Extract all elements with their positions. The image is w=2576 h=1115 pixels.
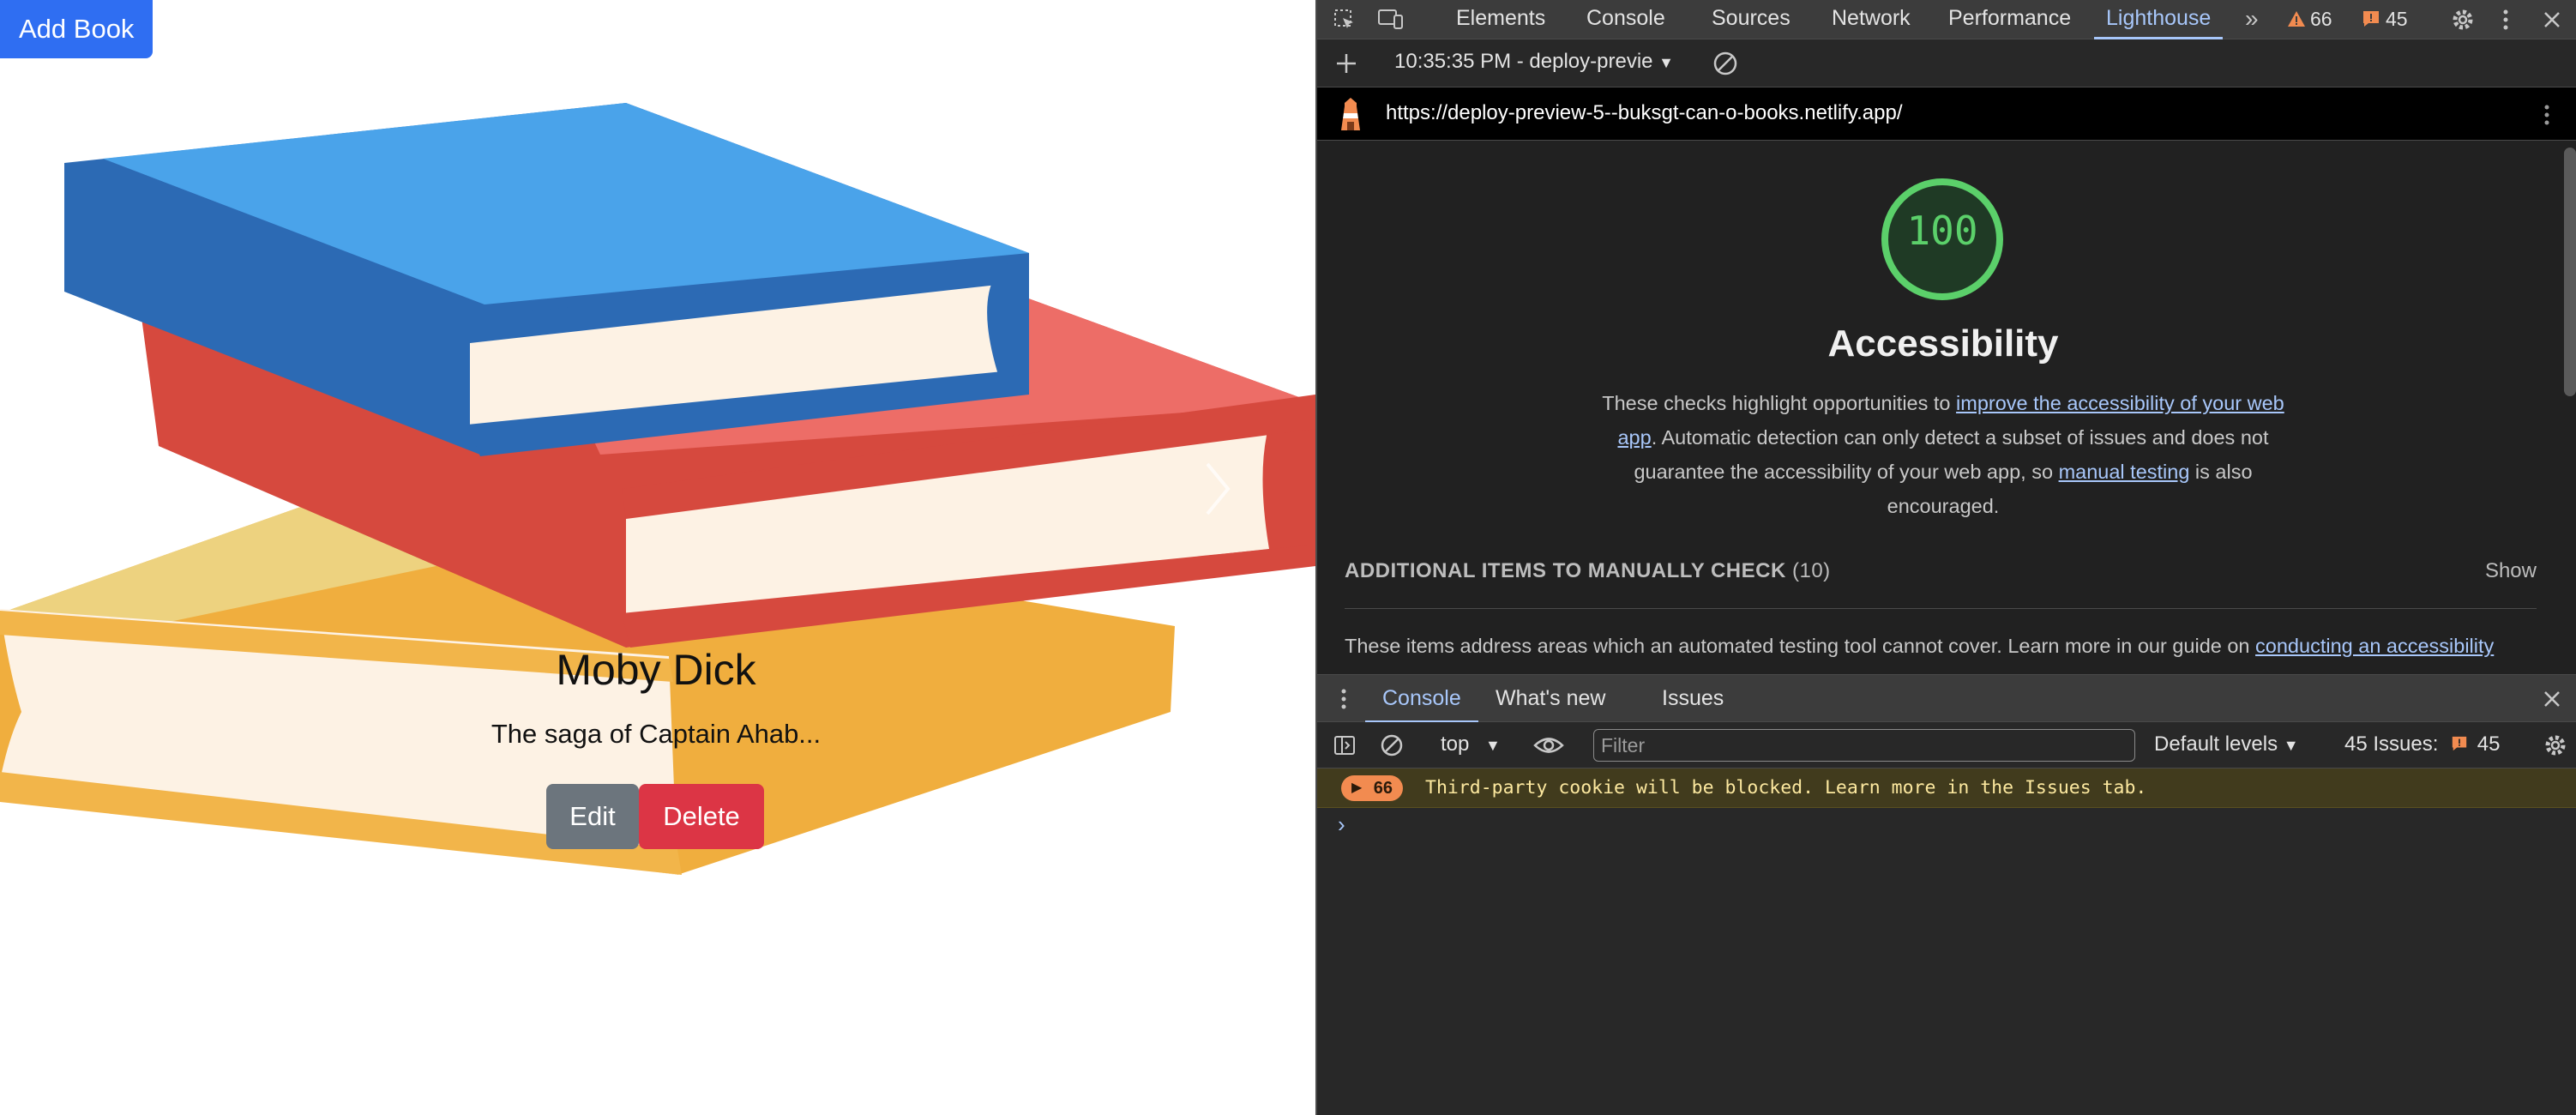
- issues-count-value: 45: [2477, 732, 2501, 756]
- report-scrollbar[interactable]: [2564, 148, 2576, 396]
- add-book-button[interactable]: Add Book: [0, 0, 153, 58]
- close-drawer-icon[interactable]: [2542, 689, 2562, 709]
- errors-count[interactable]: 45: [2386, 7, 2408, 31]
- divider: [1345, 608, 2537, 609]
- more-tabs-icon[interactable]: »: [2245, 5, 2259, 33]
- console-filter-input[interactable]: [1593, 729, 2135, 762]
- category-description: These checks highlight opportunities to …: [1583, 386, 2303, 523]
- tab-sources[interactable]: Sources: [1712, 0, 1791, 39]
- accessibility-guide-link[interactable]: conducting an accessibility: [2255, 635, 2494, 657]
- log-levels-select[interactable]: Default levels ▼: [2154, 732, 2299, 756]
- book-title: Moby Dick: [556, 646, 756, 694]
- score-value: 100: [1906, 208, 1978, 254]
- category-title: Accessibility: [1827, 322, 2059, 365]
- show-manual-checks-button[interactable]: Show: [2485, 559, 2537, 583]
- lighthouse-toolbar: 10:35:35 PM - deploy-previe ▼: [1317, 39, 2576, 87]
- tab-network[interactable]: Network: [1832, 0, 1911, 39]
- delete-button[interactable]: Delete: [639, 784, 764, 849]
- dropdown-arrow-icon: ▼: [2283, 737, 2299, 754]
- drawer-tab-console[interactable]: Console: [1365, 675, 1478, 723]
- report-url[interactable]: https://deploy-preview-5--buksgt-can-o-b…: [1386, 101, 1903, 125]
- report-select[interactable]: 10:35:35 PM - deploy-previe ▼: [1394, 50, 1694, 74]
- manual-checks-count: (10): [1791, 559, 1831, 582]
- manual-desc-text: These items address areas which an autom…: [1345, 635, 2256, 657]
- live-expression-eye-icon[interactable]: [1533, 734, 1564, 756]
- devtools-panel: Elements Console Sources Network Perform…: [1315, 0, 2576, 1115]
- issue-icon[interactable]: [2362, 9, 2380, 28]
- carousel-next-icon[interactable]: [1201, 459, 1235, 519]
- inspect-element-icon[interactable]: [1333, 8, 1357, 32]
- manual-checks-title: ADDITIONAL ITEMS TO MANUALLY CHECK: [1345, 559, 1786, 582]
- new-report-plus-icon[interactable]: [1334, 51, 1358, 75]
- tab-lighthouse[interactable]: Lighthouse: [2094, 0, 2224, 39]
- report-menu-icon[interactable]: [2542, 103, 2552, 127]
- console-settings-gear-icon[interactable]: [2542, 732, 2569, 759]
- device-toolbar-icon[interactable]: [1377, 8, 1405, 32]
- tab-performance[interactable]: Performance: [1948, 0, 2071, 39]
- more-options-icon[interactable]: [2501, 8, 2511, 32]
- warning-text: Third-party cookie will be blocked. Lear…: [1425, 777, 2147, 799]
- drawer-menu-icon[interactable]: [1339, 688, 1348, 710]
- dropdown-arrow-icon: ▼: [1485, 737, 1501, 754]
- context-select[interactable]: top ▼: [1441, 732, 1501, 756]
- report-select-value: 10:35:35 PM - deploy-previe: [1394, 50, 1653, 73]
- lighthouse-logo-icon: [1341, 98, 1360, 130]
- report-url-bar: https://deploy-preview-5--buksgt-can-o-b…: [1317, 87, 2576, 141]
- description-text: These checks highlight opportunities to: [1602, 392, 1957, 414]
- devtools-tab-bar: Elements Console Sources Network Perform…: [1317, 0, 2576, 39]
- book-description: The saga of Captain Ahab...: [491, 719, 822, 749]
- book-stack-image: [0, 103, 1315, 875]
- edit-button[interactable]: Edit: [546, 784, 639, 849]
- context-value: top: [1441, 732, 1470, 756]
- drawer-tab-issues[interactable]: Issues: [1662, 675, 1724, 723]
- dropdown-arrow-icon: ▼: [1658, 54, 1674, 71]
- drawer-tab-whats-new[interactable]: What's new: [1496, 675, 1605, 723]
- issue-icon: [2452, 736, 2467, 751]
- log-levels-value: Default levels: [2154, 732, 2278, 756]
- warnings-count[interactable]: 66: [2310, 7, 2332, 31]
- drawer-tab-bar: Console What's new Issues: [1317, 674, 2576, 723]
- warning-icon[interactable]: [2286, 9, 2307, 28]
- warning-repeat-badge[interactable]: ▶ 66: [1341, 775, 1403, 801]
- manual-checks-description: These items address areas which an autom…: [1345, 635, 2494, 658]
- lighthouse-report: 100 Accessibility These checks highlight…: [1317, 141, 2576, 674]
- console-prompt[interactable]: ›: [1338, 811, 1345, 838]
- close-devtools-icon[interactable]: [2542, 9, 2562, 30]
- warning-repeat-count: 66: [1373, 779, 1393, 798]
- issues-label: 45 Issues:: [2344, 732, 2439, 756]
- expand-triangle-icon: ▶: [1351, 780, 1363, 795]
- console-warning-message[interactable]: ▶ 66 Third-party cookie will be blocked.…: [1317, 768, 2576, 808]
- manual-checks-heading[interactable]: ADDITIONAL ITEMS TO MANUALLY CHECK (10): [1345, 559, 1831, 583]
- console-issues-button[interactable]: 45 Issues: 45: [2344, 732, 2500, 756]
- manual-testing-link[interactable]: manual testing: [2059, 461, 2190, 483]
- sidebar-toggle-icon[interactable]: [1333, 733, 1357, 757]
- tab-console[interactable]: Console: [1586, 0, 1665, 39]
- settings-gear-icon[interactable]: [2449, 6, 2477, 33]
- tab-elements[interactable]: Elements: [1456, 0, 1545, 39]
- console-toolbar: top ▼ Default levels ▼ 45 Issues: 45: [1317, 722, 2576, 768]
- web-app-viewport: Add Book Moby Dick The saga of Captain A…: [0, 0, 1315, 1115]
- clear-reports-icon[interactable]: [1712, 50, 1739, 77]
- clear-console-icon[interactable]: [1379, 732, 1405, 758]
